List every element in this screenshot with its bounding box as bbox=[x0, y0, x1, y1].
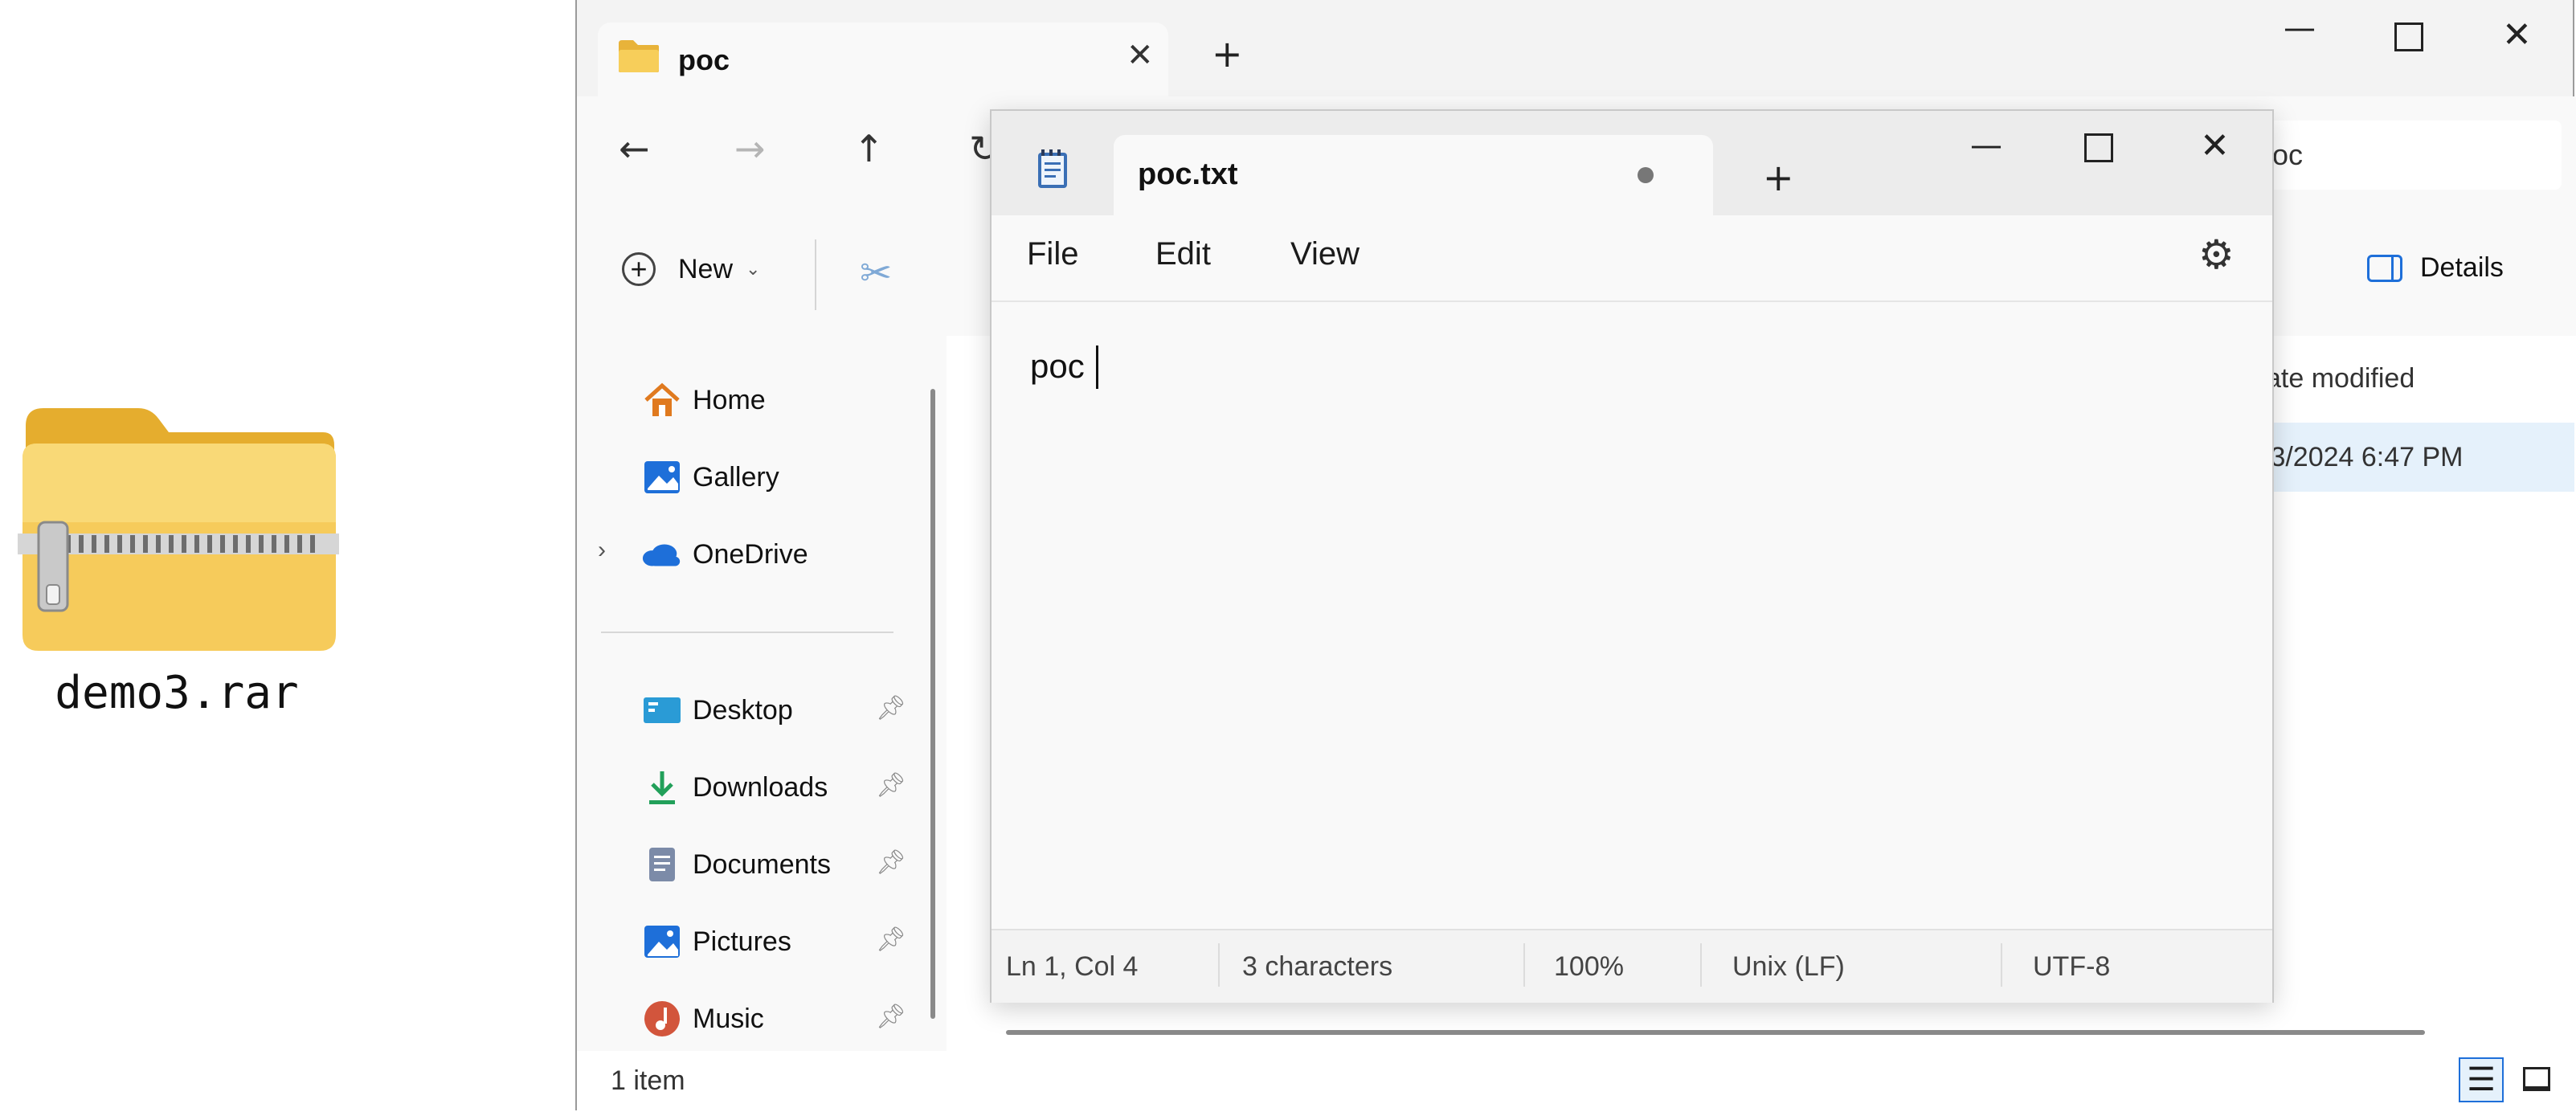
file-date-modified: /3/2024 6:47 PM bbox=[2263, 442, 2464, 472]
nav-label: Home bbox=[693, 384, 766, 415]
cut-icon[interactable]: ✂ bbox=[860, 251, 892, 296]
home-icon bbox=[641, 379, 683, 421]
downloads-icon bbox=[641, 767, 683, 808]
documents-icon bbox=[641, 844, 683, 885]
back-arrow-icon[interactable]: ← bbox=[619, 127, 650, 170]
horizontal-scrollbar[interactable] bbox=[1006, 1030, 2425, 1035]
column-header-date-modified[interactable]: ate modified bbox=[2266, 363, 2414, 395]
nav-label: Documents bbox=[693, 848, 831, 880]
selected-file-row[interactable]: /3/2024 6:47 PM bbox=[2256, 423, 2574, 492]
close-window-icon[interactable]: ✕ bbox=[2200, 125, 2230, 166]
pin-icon[interactable]: 📌︎ bbox=[876, 694, 906, 722]
plus-circle-icon: + bbox=[622, 252, 656, 286]
menu-view[interactable]: View bbox=[1290, 236, 1360, 272]
notepad-titlebar: poc.txt + — ✕ bbox=[992, 111, 2272, 215]
details-button[interactable]: Details bbox=[2367, 252, 2504, 284]
divider bbox=[815, 239, 816, 310]
explorer-tab-title: poc bbox=[678, 43, 730, 76]
gallery-icon bbox=[641, 456, 683, 498]
menu-edit[interactable]: Edit bbox=[1155, 236, 1211, 272]
unsaved-dot-icon[interactable] bbox=[1638, 167, 1654, 183]
address-input[interactable]: poc bbox=[2256, 121, 2562, 190]
nav-label: Music bbox=[693, 1003, 764, 1034]
up-arrow-icon[interactable]: ↑ bbox=[853, 127, 885, 170]
desktop-folder-icon bbox=[641, 689, 683, 731]
details-view-icon[interactable]: ☰ bbox=[2459, 1057, 2504, 1102]
notepad-tab-title: poc.txt bbox=[1138, 157, 1238, 191]
nav-label: OneDrive bbox=[693, 538, 808, 570]
explorer-tab[interactable]: poc ✕ bbox=[598, 22, 1168, 96]
large-icons-view-icon[interactable] bbox=[2517, 1059, 2557, 1099]
maximize-icon[interactable] bbox=[2394, 22, 2423, 51]
status-divider bbox=[1523, 943, 1525, 987]
pin-icon[interactable]: 📌︎ bbox=[876, 771, 906, 799]
settings-gear-icon[interactable]: ⚙ bbox=[2198, 231, 2235, 278]
pin-icon[interactable]: 📌︎ bbox=[876, 848, 906, 877]
menu-file[interactable]: File bbox=[1027, 236, 1078, 272]
nav-item-music[interactable]: Music bbox=[641, 987, 764, 1051]
nav-label: Pictures bbox=[693, 926, 791, 957]
archive-file-icon[interactable] bbox=[18, 402, 339, 659]
status-zoom[interactable]: 100% bbox=[1554, 951, 1624, 983]
status-character-count: 3 characters bbox=[1242, 951, 1393, 982]
status-line-ending[interactable]: Unix (LF) bbox=[1732, 951, 1845, 983]
new-tab-icon[interactable]: + bbox=[1212, 32, 1243, 76]
minimize-icon[interactable]: — bbox=[1970, 127, 2002, 164]
pin-icon[interactable]: 📌︎ bbox=[876, 926, 906, 954]
nav-label: Downloads bbox=[693, 771, 828, 803]
nav-item-desktop[interactable]: Desktop bbox=[641, 678, 793, 742]
text-cursor bbox=[1096, 345, 1098, 389]
nav-label: Gallery bbox=[693, 461, 779, 493]
nav-item-downloads[interactable]: Downloads bbox=[641, 755, 828, 820]
pin-icon[interactable]: 📌︎ bbox=[876, 1003, 906, 1031]
nav-item-onedrive[interactable]: OneDrive bbox=[641, 522, 808, 587]
maximize-icon[interactable] bbox=[2084, 133, 2113, 162]
status-divider bbox=[1218, 943, 1220, 987]
details-pane-icon bbox=[2367, 254, 2402, 282]
notepad-window: poc.txt + — ✕ File Edit View ⚙ poc Ln 1,… bbox=[990, 109, 2274, 1003]
nav-item-documents[interactable]: Documents bbox=[641, 832, 831, 897]
item-count: 1 item bbox=[611, 1065, 685, 1096]
chevron-right-icon[interactable]: › bbox=[598, 537, 606, 564]
forward-arrow-icon[interactable]: → bbox=[734, 127, 766, 170]
editor-content: poc bbox=[1030, 347, 1085, 385]
status-encoding[interactable]: UTF-8 bbox=[2033, 951, 2110, 983]
folder-icon bbox=[617, 39, 660, 78]
minimize-icon[interactable]: — bbox=[2284, 10, 2316, 47]
onedrive-cloud-icon bbox=[641, 534, 683, 575]
new-button[interactable]: + New ⌄ bbox=[622, 252, 760, 286]
nav-item-home[interactable]: Home bbox=[641, 368, 766, 432]
nav-label: Desktop bbox=[693, 694, 793, 726]
archive-file-label: demo3.rar bbox=[55, 667, 299, 719]
nav-scrollbar[interactable] bbox=[930, 389, 935, 1019]
chevron-down-icon: ⌄ bbox=[746, 259, 761, 279]
close-window-icon[interactable]: ✕ bbox=[2502, 14, 2532, 55]
music-icon bbox=[641, 998, 683, 1040]
text-editor-area[interactable]: poc bbox=[992, 302, 2272, 929]
status-cursor-position: Ln 1, Col 4 bbox=[1006, 951, 1139, 982]
explorer-status-bar: 1 item ☰ bbox=[577, 1051, 2576, 1110]
nav-item-gallery[interactable]: Gallery bbox=[641, 445, 779, 509]
nav-divider bbox=[601, 632, 893, 633]
new-button-label: New bbox=[678, 253, 734, 284]
pictures-icon bbox=[641, 921, 683, 963]
notepad-app-icon bbox=[1035, 148, 1070, 195]
nav-item-pictures[interactable]: Pictures bbox=[641, 910, 791, 974]
status-divider bbox=[2001, 943, 2002, 987]
new-tab-icon[interactable]: + bbox=[1763, 156, 1794, 199]
status-divider bbox=[1700, 943, 1702, 987]
details-button-label: Details bbox=[2420, 252, 2504, 283]
close-tab-icon[interactable]: ✕ bbox=[1126, 37, 1154, 74]
notepad-tab[interactable]: poc.txt bbox=[1114, 135, 1713, 215]
